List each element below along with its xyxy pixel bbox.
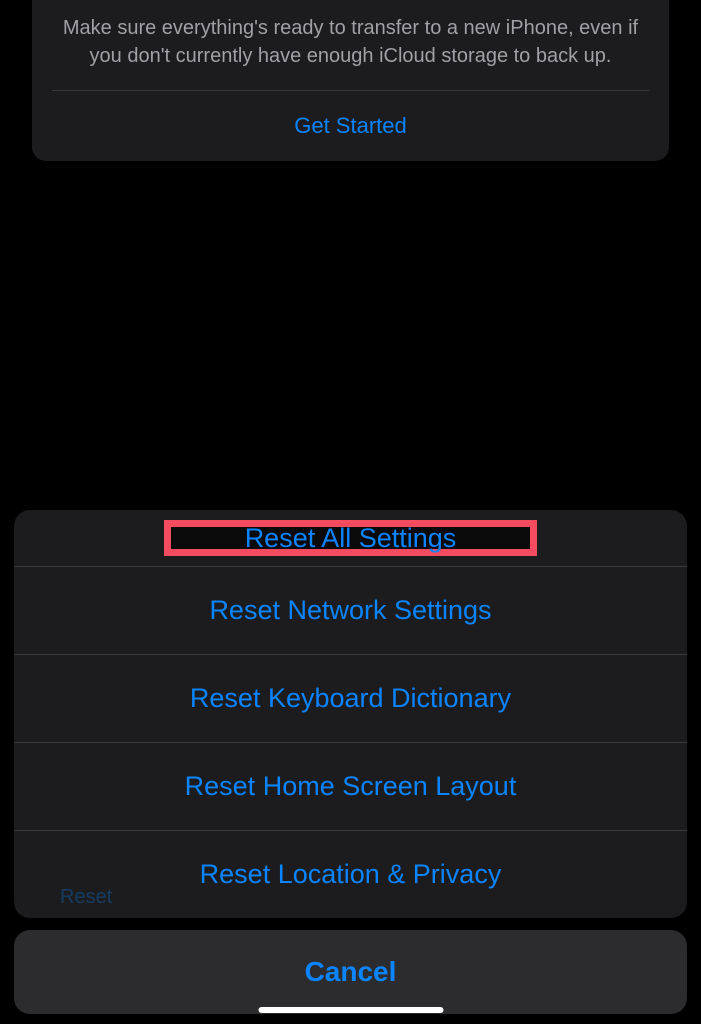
sheet-options-group: Reset All Settings Reset Network Setting… [14, 510, 687, 918]
backup-card: Make sure everything's ready to transfer… [32, 0, 669, 161]
option-label: Reset All Settings [245, 523, 457, 554]
reset-keyboard-dictionary-option[interactable]: Reset Keyboard Dictionary [14, 655, 687, 743]
option-label: Reset Home Screen Layout [185, 771, 517, 801]
get-started-button[interactable]: Get Started [52, 91, 649, 161]
option-label: Reset Location & Privacy [200, 859, 502, 889]
home-indicator[interactable] [258, 1007, 443, 1013]
reset-location-privacy-option[interactable]: Reset Location & Privacy [14, 831, 687, 918]
reset-home-screen-layout-option[interactable]: Reset Home Screen Layout [14, 743, 687, 831]
cancel-button[interactable]: Cancel [14, 930, 687, 1014]
highlight-annotation: Reset All Settings [164, 520, 537, 556]
reset-all-settings-option[interactable]: Reset All Settings [14, 510, 687, 567]
option-label: Reset Network Settings [209, 595, 491, 625]
action-sheet: Reset Reset All Settings Reset Network S… [0, 510, 701, 1024]
option-label: Reset Keyboard Dictionary [190, 683, 511, 713]
backup-description: Make sure everything's ready to transfer… [52, 0, 649, 90]
reset-network-settings-option[interactable]: Reset Network Settings [14, 567, 687, 655]
